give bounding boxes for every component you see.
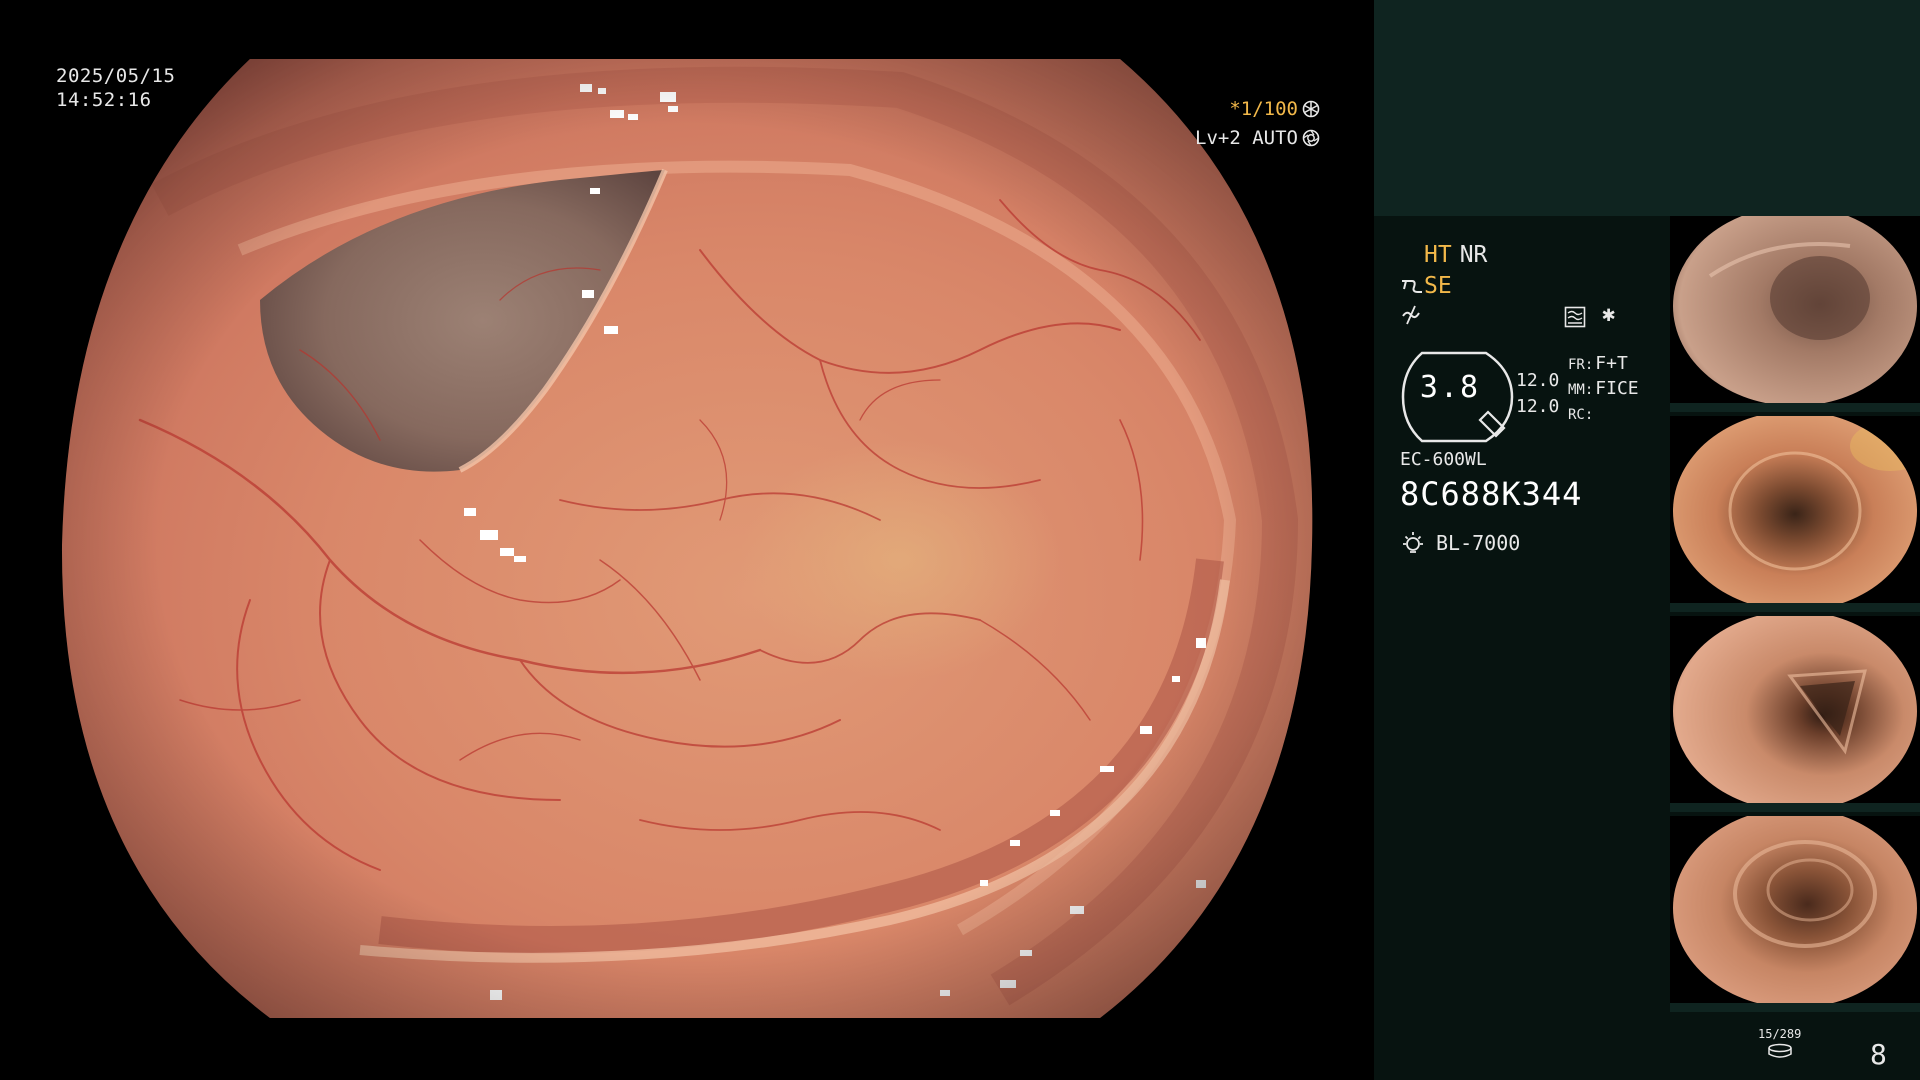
param-value-1: 12.0 — [1516, 370, 1560, 391]
fr-row: FR: F+T — [1568, 352, 1639, 377]
iris-mode-text: Lv+2 AUTO — [1195, 127, 1298, 149]
shutter-speed-indicator: *1/100 — [1229, 98, 1320, 120]
mm-label: MM: — [1568, 382, 1594, 398]
light-bulb-icon — [1403, 532, 1423, 553]
edge-enhance-icon — [1402, 305, 1420, 325]
rc-label: RC: — [1568, 407, 1594, 423]
fr-label: FR: — [1568, 357, 1594, 373]
panel-header-area — [1374, 0, 1920, 216]
ht-label: HT — [1424, 242, 1452, 268]
parameter-values: 12.0 12.0 — [1516, 368, 1559, 420]
page-number: 8 — [1870, 1038, 1887, 1071]
parameter-labels: FR: F+T MM: FICE RC: — [1568, 352, 1639, 427]
fr-value: F+T — [1595, 353, 1628, 374]
disk-icon — [1767, 1043, 1792, 1058]
nr-label: NR — [1459, 242, 1488, 268]
thumbnail-1[interactable] — [1670, 216, 1920, 412]
se-label: SE — [1424, 273, 1452, 299]
thumbnail-2[interactable] — [1670, 416, 1920, 612]
scope-serial-number: 8C688K344 — [1400, 475, 1583, 513]
snowflake-icon — [1302, 100, 1320, 118]
light-source-model: BL-7000 — [1436, 531, 1521, 555]
thumbnail-image-2 — [1673, 416, 1917, 611]
light-source-indicator: BL-7000 — [1400, 530, 1520, 556]
processor-settings: HT NR SE ✱ 3.8 12.0 12.0 FR: F+T MM: FIC… — [1374, 216, 1670, 1080]
zoom-value: 3.8 — [1419, 370, 1481, 405]
thumbnail-image-1 — [1673, 216, 1917, 406]
media-counter-text: 15/289 — [1758, 1027, 1802, 1041]
iris-mode-indicator: Lv+2 AUTO — [1195, 127, 1320, 149]
mm-value: FICE — [1595, 378, 1639, 399]
thumbnail-3[interactable] — [1670, 616, 1920, 812]
ht-nr-indicator: HT NR — [1424, 242, 1487, 268]
thumbnail-image-4 — [1673, 816, 1917, 1008]
thumbnail-bar-4 — [1670, 1003, 1920, 1012]
iris-icon — [1302, 129, 1320, 147]
thumbnail-bar-3 — [1670, 803, 1920, 812]
rc-row: RC: — [1568, 402, 1639, 427]
date-time-display: 2025/05/15 14:52:16 — [56, 64, 175, 112]
asterisk-icon: ✱ — [1602, 302, 1616, 327]
thumbnail-bar-2 — [1670, 603, 1920, 612]
time-text: 14:52:16 — [56, 89, 152, 111]
thumbnail-image-3 — [1673, 616, 1917, 811]
mm-row: MM: FICE — [1568, 377, 1639, 402]
thumbnail-4[interactable] — [1670, 816, 1920, 1012]
endoscopy-screen: 2025/05/15 14:52:16 *1/100 Lv+2 AUTO HT N… — [0, 0, 1920, 1080]
thumbnail-strip — [1670, 216, 1920, 1016]
info-side-panel: HT NR SE ✱ 3.8 12.0 12.0 FR: F+T MM: FIC… — [1374, 0, 1920, 1080]
colon-mucosa-image — [61, 59, 1313, 1018]
thumbnail-bar-1 — [1670, 403, 1920, 412]
media-counter: 15/289 — [1758, 1028, 1801, 1059]
scope-model: EC-600WL — [1400, 449, 1487, 470]
color-mode-icon — [1564, 306, 1586, 328]
se-indicator: SE — [1400, 273, 1452, 299]
endoscopic-view: 2025/05/15 14:52:16 *1/100 Lv+2 AUTO — [0, 0, 1372, 1080]
date-text: 2025/05/15 — [56, 65, 176, 87]
param-value-2: 12.0 — [1516, 396, 1560, 417]
scope-curve-icon — [1402, 280, 1422, 293]
shutter-speed-text: *1/100 — [1229, 98, 1298, 120]
